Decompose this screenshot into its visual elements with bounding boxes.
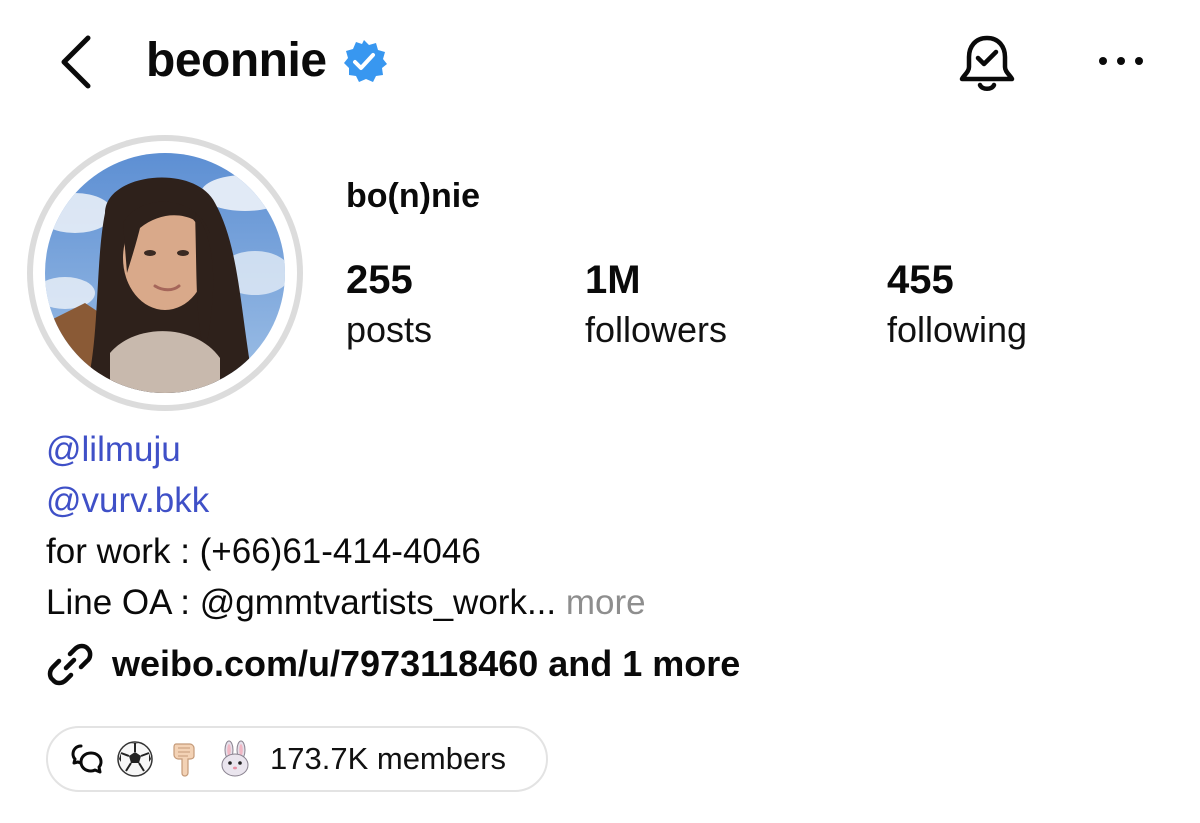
avatar-photo: [45, 153, 285, 393]
username-header: beonnie: [146, 28, 387, 94]
posts-count: 255: [346, 258, 413, 302]
soccer-ball-icon: [117, 741, 153, 777]
bio-line-oa-text: Line OA : @gmmtvartists_work...: [46, 583, 557, 622]
following-label: following: [887, 309, 1028, 350]
top-bar: beonnie: [0, 0, 1200, 130]
bio-mention-lilmuju[interactable]: @lilmuju: [46, 424, 181, 475]
stat-followers[interactable]: 1M followers: [585, 254, 727, 354]
chat-bubbles-icon: [71, 744, 103, 774]
bio-more-link[interactable]: more: [566, 583, 646, 622]
link-text: weibo.com/u/7973118460 and 1 more: [112, 643, 741, 684]
channel-members-count: 173.7K members: [270, 741, 507, 776]
followers-count: 1M: [585, 258, 641, 302]
notification-bell-icon[interactable]: [954, 30, 1020, 96]
display-name: bo(n)nie: [346, 177, 481, 215]
posts-label: posts: [346, 309, 433, 350]
bio: @lilmuju @vurv.bkk for work : (+66)61-41…: [46, 424, 1146, 628]
pointing-down-hand-icon: [173, 743, 195, 777]
bio-work-contact: for work : (+66)61-414-4046: [46, 532, 481, 571]
bio-line-oa: Line OA : @gmmtvartists_work... more: [46, 577, 1146, 628]
verified-badge-icon: [343, 40, 387, 82]
broadcast-channel-pill[interactable]: 173.7K members: [46, 726, 548, 792]
stat-posts[interactable]: 255 posts: [346, 254, 432, 354]
username: beonnie: [146, 34, 327, 87]
profile-avatar[interactable]: [27, 135, 303, 411]
external-link[interactable]: weibo.com/u/7973118460 and 1 more: [46, 636, 740, 692]
following-count: 455: [887, 258, 954, 302]
bio-mention-vurv[interactable]: @vurv.bkk: [46, 475, 209, 526]
rabbit-face-icon: [221, 740, 249, 777]
stat-following[interactable]: 455 following: [887, 254, 1027, 354]
more-options-icon[interactable]: [1094, 44, 1148, 78]
avatar-border: [33, 141, 297, 405]
back-chevron-icon[interactable]: [52, 30, 108, 94]
followers-label: followers: [585, 309, 728, 350]
link-icon: [47, 643, 93, 686]
